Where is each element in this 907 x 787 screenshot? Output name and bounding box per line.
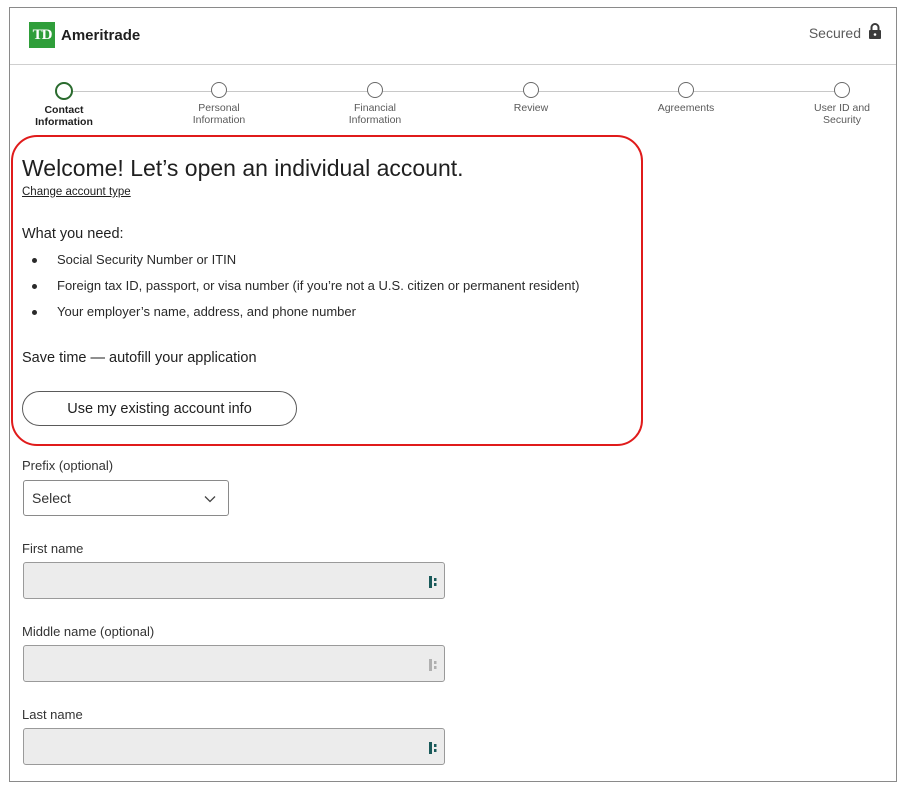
- first-name-input[interactable]: [23, 562, 445, 599]
- step-user-id-and-security[interactable]: User ID and Security: [782, 82, 902, 126]
- last-name-input[interactable]: [23, 728, 445, 765]
- autofill-manager-icon[interactable]: [428, 658, 440, 677]
- step-label: User ID and Security: [813, 102, 871, 126]
- secured-indicator: Secured: [809, 22, 882, 43]
- step-label: Financial Information: [348, 102, 402, 126]
- prefix-select[interactable]: Select: [23, 480, 229, 516]
- prefix-label: Prefix (optional): [22, 458, 114, 473]
- step-circle: [678, 82, 694, 98]
- step-circle: [211, 82, 227, 98]
- logo-mark: TD: [29, 22, 55, 48]
- list-item: Your employer’s name, address, and phone…: [22, 304, 579, 330]
- step-circle: [523, 82, 539, 98]
- chevron-down-icon: [204, 490, 216, 506]
- step-circle: [367, 82, 383, 98]
- secured-label: Secured: [808, 24, 861, 41]
- list-item: Foreign tax ID, passport, or visa number…: [22, 278, 579, 304]
- what-you-need-heading: What you need:: [22, 226, 124, 242]
- use-existing-account-info-button[interactable]: Use my existing account info: [22, 391, 297, 426]
- page-title: Welcome! Let’s open an individual accoun…: [22, 155, 464, 181]
- middle-name-label: Middle name (optional): [22, 624, 155, 639]
- step-review[interactable]: Review: [471, 82, 591, 114]
- bullet-icon: [32, 258, 37, 263]
- last-name-label: Last name: [22, 707, 83, 722]
- step-label: Personal Information: [192, 102, 246, 126]
- progress-stepper: Contact Information Personal Information F…: [10, 78, 896, 138]
- step-label: Agreements: [657, 102, 715, 114]
- logo-name: Ameritrade: [61, 26, 141, 44]
- td-ameritrade-logo[interactable]: TD Ameritrade: [29, 22, 140, 48]
- step-financial-information[interactable]: Financial Information: [315, 82, 435, 126]
- step-label: Review: [513, 102, 549, 114]
- autofill-manager-icon[interactable]: [428, 741, 440, 760]
- requirements-list: Social Security Number or ITIN Foreign t…: [22, 252, 579, 330]
- step-contact-information[interactable]: Contact Information: [4, 82, 124, 128]
- header: TD Ameritrade Secured: [10, 8, 896, 65]
- change-account-type-link[interactable]: Change account type: [22, 186, 131, 198]
- prefix-selected-value: Select: [32, 490, 71, 506]
- list-item: Social Security Number or ITIN: [22, 252, 579, 278]
- autofill-manager-icon[interactable]: [428, 575, 440, 594]
- step-circle: [834, 82, 850, 98]
- step-agreements[interactable]: Agreements: [626, 82, 746, 114]
- bullet-icon: [32, 310, 37, 315]
- first-name-label: First name: [22, 541, 84, 556]
- lock-icon: [868, 22, 882, 43]
- bullet-icon: [32, 284, 37, 289]
- step-label: Contact Information: [35, 104, 93, 128]
- middle-name-input[interactable]: [23, 645, 445, 682]
- step-personal-information[interactable]: Personal Information: [159, 82, 279, 126]
- step-circle: [55, 82, 73, 100]
- autofill-heading: Save time — autofill your application: [22, 350, 257, 366]
